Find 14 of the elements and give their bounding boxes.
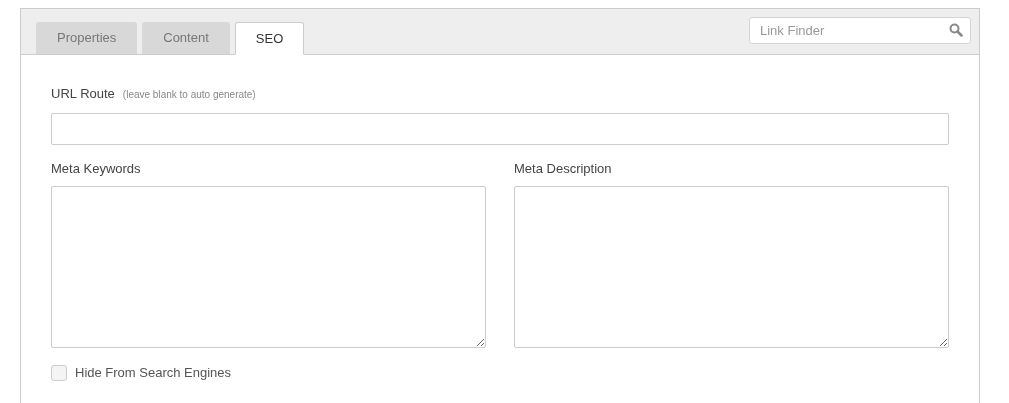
text-area[interactable] — [51, 186, 486, 348]
checkbox-label: Hide From Search Engines — [75, 364, 232, 382]
search-field[interactable]: Link Finder — [749, 17, 971, 44]
field-label: Meta Description — [514, 159, 613, 178]
search-icon — [949, 23, 963, 37]
tab[interactable]: Content — [142, 22, 230, 54]
checkbox[interactable] — [51, 364, 67, 381]
field-label: Meta Keywords — [51, 159, 142, 178]
tab[interactable]: SEO — [234, 22, 305, 55]
input-field[interactable] — [51, 112, 949, 145]
text-area[interactable] — [514, 186, 949, 348]
field-hint: (leave blank to auto generate) — [122, 88, 256, 102]
field-label: URL Route — [51, 85, 115, 103]
tab[interactable]: Properties — [36, 22, 138, 54]
